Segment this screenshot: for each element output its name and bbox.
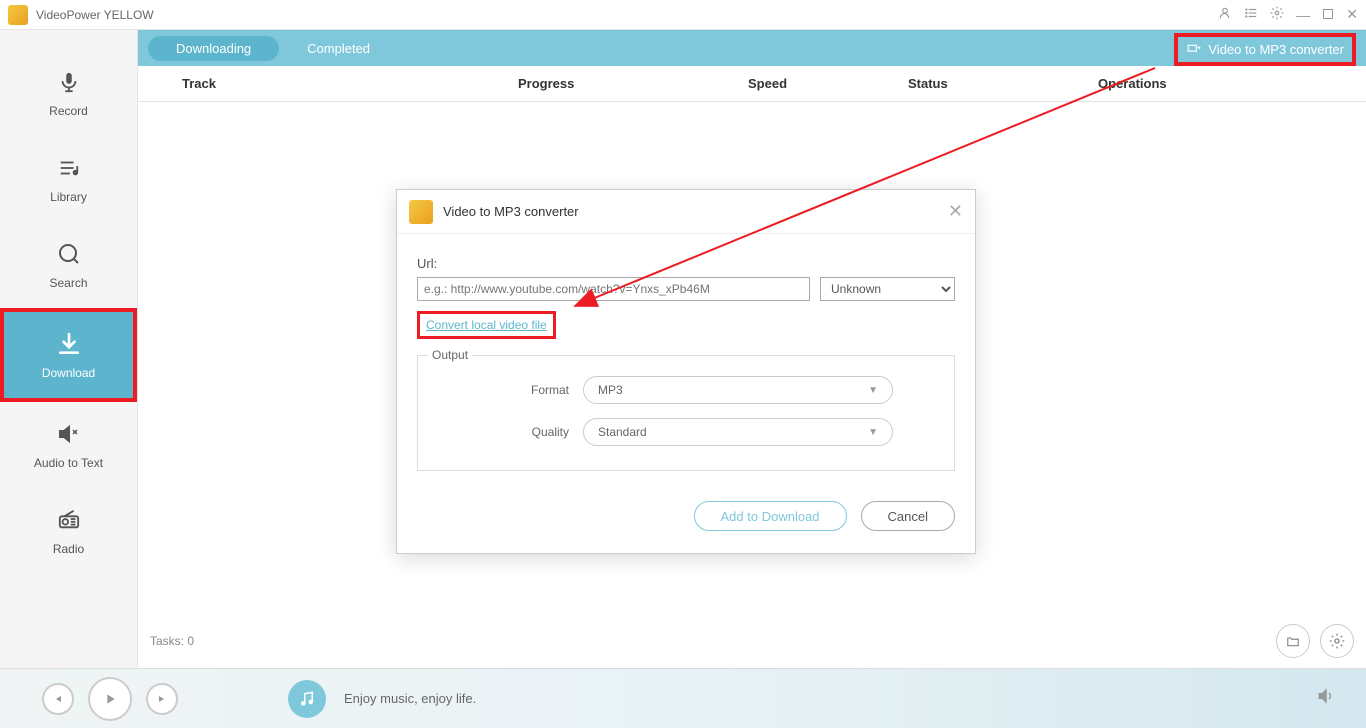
quality-value: Standard: [598, 425, 647, 439]
output-fieldset: Output Format MP3 ▼ Quality Standard ▼: [417, 355, 955, 471]
sidebar-item-record[interactable]: Record: [0, 50, 137, 136]
sidebar-item-search[interactable]: Search: [0, 222, 137, 308]
table-header: Track Progress Speed Status Operations: [138, 66, 1366, 102]
cancel-button[interactable]: Cancel: [861, 501, 955, 531]
download-icon: [55, 330, 83, 358]
modal-logo-icon: [409, 200, 433, 224]
mp3-converter-label: Video to MP3 converter: [1208, 42, 1344, 57]
folder-button[interactable]: [1276, 624, 1310, 658]
gear-icon[interactable]: [1270, 6, 1284, 23]
music-note-icon: [288, 680, 326, 718]
sidebar-item-label: Audio to Text: [34, 456, 103, 470]
url-input[interactable]: [417, 277, 810, 301]
microphone-icon: [55, 68, 83, 96]
modal-title: Video to MP3 converter: [443, 204, 948, 219]
close-icon[interactable]: ✕: [1346, 6, 1358, 23]
sidebar-item-label: Library: [50, 190, 87, 204]
audio-text-icon: [55, 420, 83, 448]
modal-header: Video to MP3 converter ✕: [397, 190, 975, 234]
format-label: Format: [479, 383, 569, 397]
search-icon: [55, 240, 83, 268]
converter-icon: [1186, 43, 1202, 57]
tab-downloading[interactable]: Downloading: [148, 36, 279, 61]
quality-dropdown[interactable]: Standard ▼: [583, 418, 893, 446]
tasks-count: Tasks: 0: [150, 634, 194, 648]
sidebar-item-radio[interactable]: Radio: [0, 488, 137, 574]
library-icon: [55, 154, 83, 182]
col-header-speed: Speed: [748, 76, 908, 91]
output-legend: Output: [428, 348, 472, 362]
convert-link-highlight: Convert local video file: [417, 311, 556, 339]
previous-button[interactable]: [42, 683, 74, 715]
titlebar: VideoPower YELLOW — ✕: [0, 0, 1366, 30]
col-header-progress: Progress: [518, 76, 748, 91]
col-header-operations: Operations: [1098, 76, 1366, 91]
chevron-down-icon: ▼: [868, 427, 878, 438]
convert-local-link[interactable]: Convert local video file: [426, 318, 547, 332]
app-logo-icon: [8, 5, 28, 25]
sidebar-item-label: Radio: [53, 542, 84, 556]
format-select[interactable]: Unknown: [820, 277, 955, 301]
sidebar-item-library[interactable]: Library: [0, 136, 137, 222]
play-button[interactable]: [88, 677, 132, 721]
modal-close-icon[interactable]: ✕: [948, 201, 963, 222]
sidebar-item-download[interactable]: Download: [0, 308, 137, 402]
sidebar-item-label: Download: [42, 366, 95, 380]
sidebar-item-label: Search: [49, 276, 87, 290]
sidebar-item-label: Record: [49, 104, 88, 118]
mp3-converter-button[interactable]: Video to MP3 converter: [1174, 33, 1356, 66]
user-icon[interactable]: [1218, 6, 1232, 23]
minimize-icon[interactable]: —: [1296, 7, 1310, 23]
url-label: Url:: [417, 256, 955, 271]
format-value: MP3: [598, 383, 623, 397]
add-to-download-button[interactable]: Add to Download: [694, 501, 847, 531]
radio-icon: [55, 506, 83, 534]
sidebar: Record Library Search Download Audio to …: [0, 30, 138, 668]
settings-button[interactable]: [1320, 624, 1354, 658]
next-button[interactable]: [146, 683, 178, 715]
tab-completed[interactable]: Completed: [279, 36, 398, 61]
chevron-down-icon: ▼: [868, 385, 878, 396]
volume-icon[interactable]: [1316, 687, 1336, 710]
format-dropdown[interactable]: MP3 ▼: [583, 376, 893, 404]
col-header-status: Status: [908, 76, 1098, 91]
player-bar: Enjoy music, enjoy life.: [0, 668, 1366, 728]
col-header-track: Track: [138, 76, 518, 91]
maximize-icon[interactable]: [1322, 7, 1334, 23]
app-title: VideoPower YELLOW: [36, 8, 1218, 22]
quality-label: Quality: [479, 425, 569, 439]
sidebar-item-audiototext[interactable]: Audio to Text: [0, 402, 137, 488]
list-icon[interactable]: [1244, 6, 1258, 23]
tab-bar: Downloading Completed Video to MP3 conve…: [138, 30, 1366, 66]
mp3-converter-modal: Video to MP3 converter ✕ Url: Unknown Co…: [396, 189, 976, 554]
player-text: Enjoy music, enjoy life.: [344, 691, 476, 706]
